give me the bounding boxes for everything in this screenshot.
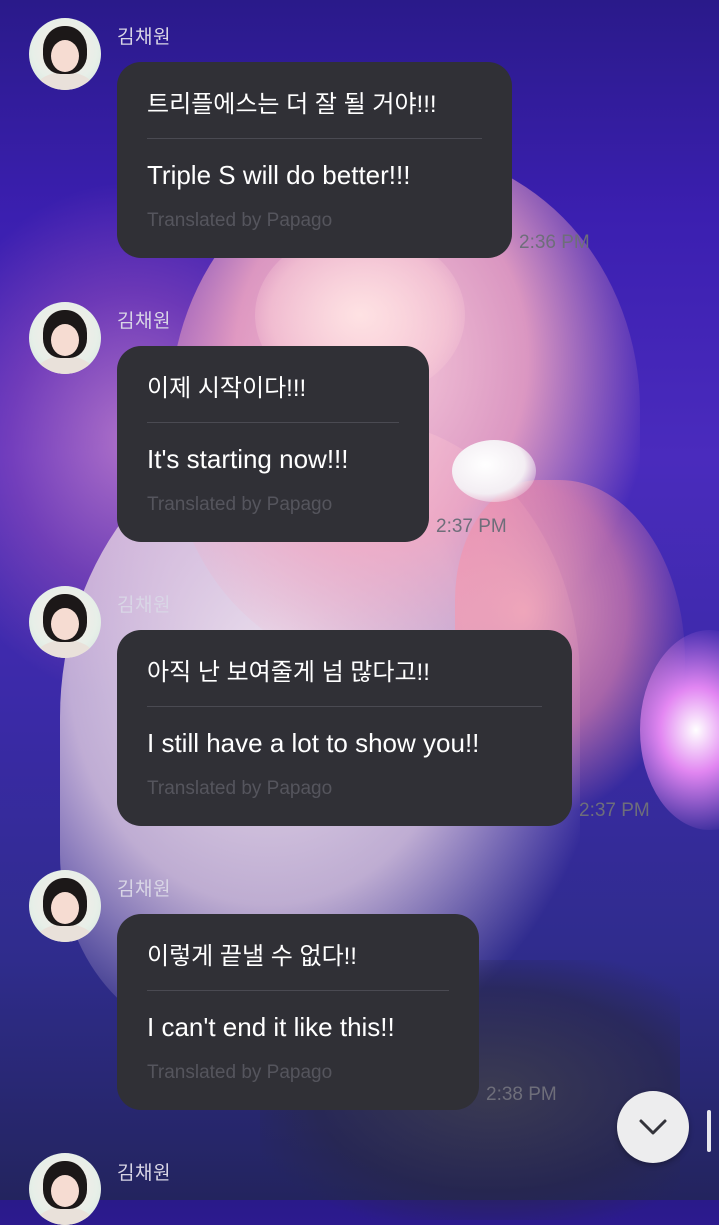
timestamp: 2:37 PM: [579, 800, 650, 821]
original-text: 트리플에스는 더 잘 될 거야!!!: [147, 91, 437, 118]
message-bubble[interactable]: 아직 난 보여줄게 넘 많다고!! I still have a lot to …: [117, 630, 572, 826]
chevron-down-icon: [639, 1119, 667, 1135]
avatar[interactable]: [29, 1153, 101, 1225]
message-bubble[interactable]: 이제 시작이다!!! It's starting now!!! Translat…: [117, 346, 429, 542]
timestamp: 2:38 PM: [486, 1084, 557, 1105]
avatar[interactable]: [29, 18, 101, 90]
divider: [147, 990, 449, 991]
avatar[interactable]: [29, 586, 101, 658]
original-text: 이렇게 끝낼 수 없다!!: [147, 943, 357, 970]
translated-text: Triple S will do better!!!: [147, 160, 411, 190]
divider: [147, 138, 482, 139]
avatar[interactable]: [29, 302, 101, 374]
translation-credit: Translated by Papago: [147, 210, 333, 231]
translated-text: It's starting now!!!: [147, 444, 349, 474]
sender-name: 김채원: [117, 595, 171, 616]
original-text: 아직 난 보여줄게 넘 많다고!!: [147, 659, 430, 686]
translation-credit: Translated by Papago: [147, 1062, 333, 1083]
divider: [147, 706, 542, 707]
translated-text: I still have a lot to show you!!: [147, 728, 480, 758]
divider: [147, 422, 399, 423]
timestamp: 2:36 PM: [519, 232, 590, 253]
timestamp: 2:37 PM: [436, 516, 507, 537]
scrollbar[interactable]: [707, 1110, 711, 1152]
sender-name: 김채원: [117, 311, 171, 332]
original-text: 이제 시작이다!!!: [147, 375, 307, 402]
translation-credit: Translated by Papago: [147, 778, 333, 799]
avatar[interactable]: [29, 870, 101, 942]
translation-credit: Translated by Papago: [147, 494, 333, 515]
message-bubble[interactable]: 트리플에스는 더 잘 될 거야!!! Triple S will do bett…: [117, 62, 512, 258]
sender-name: 김채원: [117, 27, 171, 48]
message-bubble[interactable]: 이렇게 끝낼 수 없다!! I can't end it like this!!…: [117, 914, 479, 1110]
sender-name: 김채원: [117, 1163, 171, 1184]
translated-text: I can't end it like this!!: [147, 1012, 395, 1042]
scroll-to-bottom-button[interactable]: [617, 1091, 689, 1163]
sender-name: 김채원: [117, 879, 171, 900]
